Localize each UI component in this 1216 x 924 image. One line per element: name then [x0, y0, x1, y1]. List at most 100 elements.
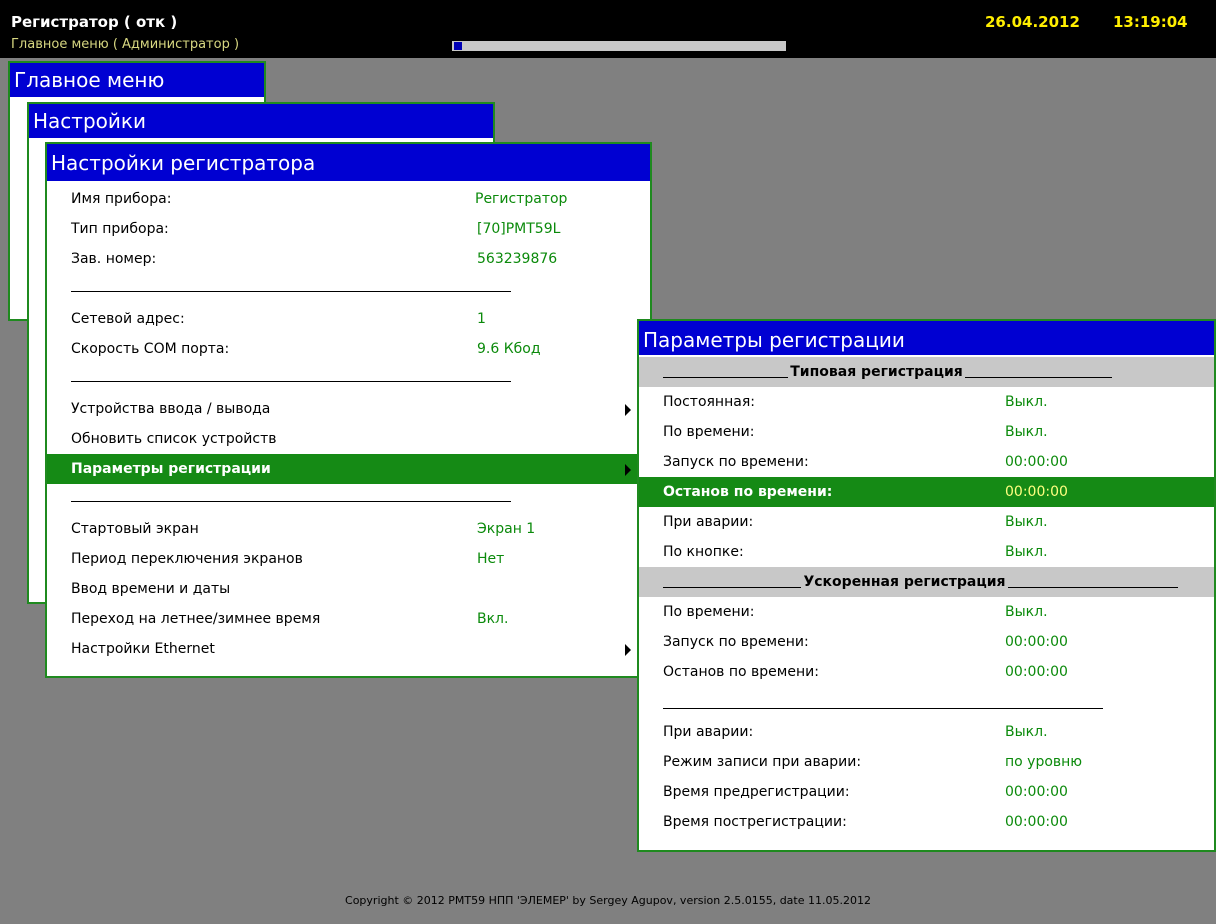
param-value: 00:00:00 — [1005, 634, 1068, 650]
menu-item-registration-params[interactable]: Параметры регистрации — [47, 454, 650, 484]
section-header-typical: Типовая регистрация — [639, 357, 1214, 387]
recorder-settings-list: Имя прибора: Регистратор Тип прибора: [7… — [47, 184, 650, 664]
menu-item-value: [70]PMT59L — [477, 221, 561, 237]
menu-item-ethernet[interactable]: Настройки Ethernet — [47, 634, 650, 664]
separator — [639, 687, 1214, 717]
menu-item-set-datetime[interactable]: Ввод времени и даты — [47, 574, 650, 604]
separator — [47, 274, 650, 304]
menu-item-network-address[interactable]: Сетевой адрес: 1 — [47, 304, 650, 334]
param-value: 00:00:00 — [1005, 814, 1068, 830]
separator-line — [71, 501, 511, 502]
separator — [47, 484, 650, 514]
param-label: Останов по времени: — [663, 484, 833, 500]
menu-item-label: Обновить список устройств — [71, 431, 277, 447]
menu-item-label: Переход на летнее/зимнее время — [71, 611, 321, 627]
separator-line — [71, 291, 511, 292]
progress-marker — [454, 42, 462, 50]
menu-item-com-speed[interactable]: Скорость COM порта: 9.6 Кбод — [47, 334, 650, 364]
menu-item-label: Период переключения экранов — [71, 551, 303, 567]
section-header-fast: Ускоренная регистрация — [639, 567, 1214, 597]
settings-title: Настройки — [29, 104, 493, 138]
menu-item-value: 9.6 Кбод — [477, 341, 541, 357]
menu-item-label: Параметры регистрации — [71, 461, 271, 477]
menu-item-label: Настройки Ethernet — [71, 641, 215, 657]
menu-item-label: Скорость COM порта: — [71, 341, 230, 357]
separator-line — [663, 708, 1103, 709]
param-item[interactable]: Время пострегистрации: 00:00:00 — [639, 807, 1214, 837]
param-value: по уровню — [1005, 754, 1083, 770]
param-item[interactable]: При аварии: Выкл. — [639, 507, 1214, 537]
submenu-arrow-icon — [625, 644, 631, 656]
menu-item-value: Вкл. — [477, 611, 509, 627]
separator-line — [71, 381, 511, 382]
menu-path: Главное меню ( Администратор ) — [11, 37, 240, 52]
menu-item-label: Тип прибора: — [71, 221, 169, 237]
param-value: Выкл. — [1005, 424, 1048, 440]
param-label: Запуск по времени: — [663, 634, 809, 650]
menu-item-io-devices[interactable]: Устройства ввода / вывода — [47, 394, 650, 424]
app-title: Регистратор ( отк ) — [11, 13, 178, 31]
param-item[interactable]: Постоянная: Выкл. — [639, 387, 1214, 417]
section-header-label: Типовая регистрация — [788, 364, 965, 380]
param-item[interactable]: При аварии: Выкл. — [639, 717, 1214, 747]
param-label: По времени: — [663, 604, 755, 620]
param-item[interactable]: По времени: Выкл. — [639, 417, 1214, 447]
param-label: Останов по времени: — [663, 664, 819, 680]
param-label: Постоянная: — [663, 394, 755, 410]
menu-item-label: Имя прибора: — [71, 191, 172, 207]
menu-item-start-screen[interactable]: Стартовый экран Экран 1 — [47, 514, 650, 544]
param-value: Выкл. — [1005, 394, 1048, 410]
param-label: Время предрегистрации: — [663, 784, 850, 800]
param-label: Запуск по времени: — [663, 454, 809, 470]
section-header-label: Ускоренная регистрация — [801, 574, 1008, 590]
menu-item-device-type[interactable]: Тип прибора: [70]PMT59L — [47, 214, 650, 244]
param-item[interactable]: Запуск по времени: 00:00:00 — [639, 627, 1214, 657]
time-display: 13:19:04 — [1113, 13, 1188, 31]
menu-item-label: Сетевой адрес: — [71, 311, 185, 327]
param-value: Выкл. — [1005, 544, 1048, 560]
submenu-arrow-icon — [625, 464, 631, 476]
param-value: Выкл. — [1005, 514, 1048, 530]
menu-item-label: Зав. номер: — [71, 251, 157, 267]
menu-item-device-name[interactable]: Имя прибора: Регистратор — [47, 184, 650, 214]
param-value: 00:00:00 — [1005, 484, 1068, 500]
recorder-settings-title: Настройки регистратора — [47, 144, 650, 181]
param-item[interactable]: Время предрегистрации: 00:00:00 — [639, 777, 1214, 807]
param-item[interactable]: По кнопке: Выкл. — [639, 537, 1214, 567]
menu-item-refresh-devices[interactable]: Обновить список устройств — [47, 424, 650, 454]
param-item[interactable]: По времени: Выкл. — [639, 597, 1214, 627]
main-menu-title: Главное меню — [10, 63, 264, 97]
param-value: 00:00:00 — [1005, 454, 1068, 470]
menu-item-dst[interactable]: Переход на летнее/зимнее время Вкл. — [47, 604, 650, 634]
param-item[interactable]: Останов по времени: 00:00:00 — [639, 657, 1214, 687]
registration-params-window: Параметры регистрации Типовая регистраци… — [637, 319, 1216, 852]
menu-item-serial-number[interactable]: Зав. номер: 563239876 — [47, 244, 650, 274]
param-value: Выкл. — [1005, 604, 1048, 620]
registration-params-list: Типовая регистрация Постоянная: Выкл. По… — [639, 357, 1214, 837]
param-item[interactable]: Запуск по времени: 00:00:00 — [639, 447, 1214, 477]
param-label: Время пострегистрации: — [663, 814, 847, 830]
param-label: При аварии: — [663, 514, 754, 530]
date-display: 26.04.2012 — [985, 13, 1080, 31]
registration-params-title: Параметры регистрации — [639, 321, 1214, 355]
param-label: По кнопке: — [663, 544, 744, 560]
param-label: При аварии: — [663, 724, 754, 740]
param-value: Выкл. — [1005, 724, 1048, 740]
recorder-settings-window: Настройки регистратора Имя прибора: Реги… — [45, 142, 652, 678]
menu-item-label: Стартовый экран — [71, 521, 199, 537]
header-text-wrap: Типовая регистрация — [639, 357, 1114, 387]
menu-item-label: Устройства ввода / вывода — [71, 401, 271, 417]
param-label: По времени: — [663, 424, 755, 440]
submenu-arrow-icon — [625, 404, 631, 416]
menu-item-label: Ввод времени и даты — [71, 581, 231, 597]
menu-item-screen-period[interactable]: Период переключения экранов Нет — [47, 544, 650, 574]
menu-item-value: Регистратор — [475, 191, 568, 207]
menu-item-value: Экран 1 — [477, 521, 536, 537]
param-label: Режим записи при аварии: — [663, 754, 862, 770]
copyright-footer: Copyright © 2012 PMT59 НПП 'ЭЛЕМЕР' by S… — [345, 894, 871, 907]
param-item-selected[interactable]: Останов по времени: 00:00:00 — [639, 477, 1214, 507]
param-item[interactable]: Режим записи при аварии: по уровню — [639, 747, 1214, 777]
menu-item-value: 1 — [477, 311, 486, 327]
menu-item-value: 563239876 — [477, 251, 558, 267]
header-text-wrap: Ускоренная регистрация — [639, 567, 1170, 597]
